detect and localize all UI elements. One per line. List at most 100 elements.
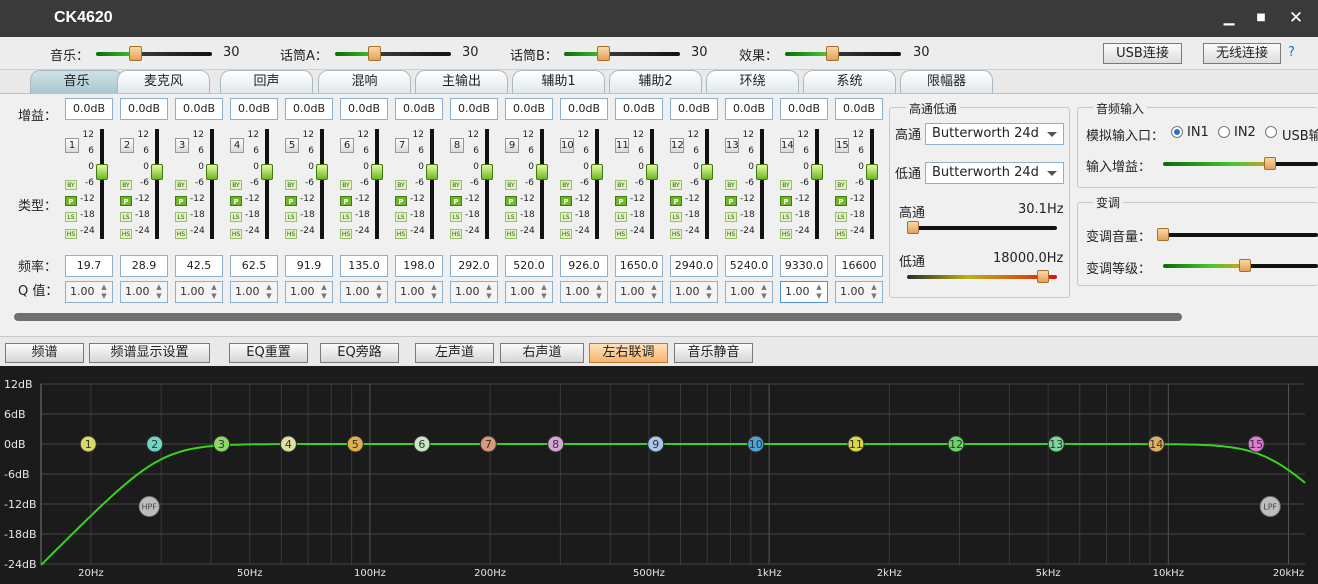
gain-fader-thumb-5[interactable] <box>316 164 328 180</box>
usb-connect-button[interactable]: USB连接 <box>1103 43 1182 64</box>
spinner-arrows-icon[interactable]: ▲ ▼ <box>98 283 110 301</box>
gain-fader-track-5[interactable] <box>320 129 324 239</box>
freq-input-6[interactable]: 135.0 <box>340 255 388 277</box>
gain-fader-thumb-1[interactable] <box>96 164 108 180</box>
tab-2[interactable]: 麦克风 <box>117 70 210 94</box>
filter-type-ls-9[interactable]: LS <box>505 212 517 222</box>
channel-button-4[interactable]: 4 <box>230 138 244 153</box>
filter-type-by-3[interactable]: BY <box>175 180 187 190</box>
q-input-12[interactable]: 1.00 ▲ ▼ <box>670 281 718 303</box>
tab-4[interactable]: 混响 <box>318 70 411 94</box>
filter-type-ls-6[interactable]: LS <box>340 212 352 222</box>
music-volume-slider[interactable] <box>96 52 212 56</box>
freq-input-12[interactable]: 2940.0 <box>670 255 718 277</box>
gain-fader-thumb-13[interactable] <box>756 164 768 180</box>
filter-type-p-10[interactable]: P <box>560 196 572 206</box>
gain-input-13[interactable]: 0.0dB <box>725 98 773 120</box>
filter-type-ls-1[interactable]: LS <box>65 212 77 222</box>
q-input-6[interactable]: 1.00 ▲ ▼ <box>340 281 388 303</box>
freq-input-5[interactable]: 91.9 <box>285 255 333 277</box>
gain-input-6[interactable]: 0.0dB <box>340 98 388 120</box>
freq-input-2[interactable]: 28.9 <box>120 255 168 277</box>
q-input-14[interactable]: 1.00 ▲ ▼ <box>780 281 828 303</box>
help-icon[interactable]: ? <box>1288 45 1295 60</box>
filter-type-by-11[interactable]: BY <box>615 180 627 190</box>
filter-type-p-3[interactable]: P <box>175 196 187 206</box>
filter-type-p-15[interactable]: P <box>835 196 847 206</box>
gain-fader-thumb-7[interactable] <box>426 164 438 180</box>
filter-type-hs-9[interactable]: HS <box>505 229 517 239</box>
filter-type-ls-11[interactable]: LS <box>615 212 627 222</box>
filter-type-hs-15[interactable]: HS <box>835 229 847 239</box>
q-input-2[interactable]: 1.00 ▲ ▼ <box>120 281 168 303</box>
radio-usb[interactable] <box>1265 126 1277 138</box>
filter-type-hs-10[interactable]: HS <box>560 229 572 239</box>
gain-input-10[interactable]: 0.0dB <box>560 98 608 120</box>
channel-button-2[interactable]: 2 <box>120 138 134 153</box>
tab-5[interactable]: 主输出 <box>415 70 508 94</box>
hp-freq-thumb[interactable] <box>907 221 919 234</box>
filter-type-p-8[interactable]: P <box>450 196 462 206</box>
toolbar-button-8[interactable]: 音乐静音 <box>674 343 753 363</box>
mic-a-volume-slider[interactable] <box>335 52 451 56</box>
channel-button-5[interactable]: 5 <box>285 138 299 153</box>
freq-input-1[interactable]: 19.7 <box>65 255 113 277</box>
gain-fader-track-4[interactable] <box>265 129 269 239</box>
radio-in1[interactable] <box>1171 126 1183 138</box>
hp-freq-slider[interactable] <box>907 226 1057 230</box>
q-input-5[interactable]: 1.00 ▲ ▼ <box>285 281 333 303</box>
lp-freq-slider[interactable] <box>907 275 1057 279</box>
filter-type-hs-12[interactable]: HS <box>670 229 682 239</box>
gain-fader-track-6[interactable] <box>375 129 379 239</box>
filter-type-hs-11[interactable]: HS <box>615 229 627 239</box>
tab-3[interactable]: 回声 <box>220 70 313 94</box>
eq-horizontal-scrollbar[interactable] <box>14 313 1182 321</box>
spinner-arrows-icon[interactable]: ▲ ▼ <box>813 283 825 301</box>
gain-fader-track-14[interactable] <box>815 129 819 239</box>
q-input-3[interactable]: 1.00 ▲ ▼ <box>175 281 223 303</box>
gain-fader-track-15[interactable] <box>870 129 874 239</box>
pitch-volume-slider[interactable] <box>1163 233 1318 237</box>
mic-b-volume-slider[interactable] <box>564 52 680 56</box>
q-input-7[interactable]: 1.00 ▲ ▼ <box>395 281 443 303</box>
spinner-arrows-icon[interactable]: ▲ ▼ <box>648 283 660 301</box>
filter-type-p-2[interactable]: P <box>120 196 132 206</box>
gain-input-14[interactable]: 0.0dB <box>780 98 828 120</box>
tab-1[interactable]: 音乐 <box>30 70 123 94</box>
q-input-9[interactable]: 1.00 ▲ ▼ <box>505 281 553 303</box>
eq-response-graph[interactable]: 12dB 6dB 0dB -6dB -12dB -18dB -24dB 20Hz 50Hz 100… <box>0 366 1318 584</box>
gain-fader-track-8[interactable] <box>485 129 489 239</box>
channel-button-13[interactable]: 13 <box>725 138 739 153</box>
freq-input-9[interactable]: 520.0 <box>505 255 553 277</box>
filter-type-hs-7[interactable]: HS <box>395 229 407 239</box>
gain-fader-track-10[interactable] <box>595 129 599 239</box>
effect-volume-thumb[interactable] <box>826 46 839 61</box>
minimize-icon[interactable]: ▁ <box>1218 8 1240 28</box>
gain-input-12[interactable]: 0.0dB <box>670 98 718 120</box>
tab-8[interactable]: 环绕 <box>706 70 799 94</box>
filter-type-hs-13[interactable]: HS <box>725 229 737 239</box>
pitch-volume-thumb[interactable] <box>1157 228 1169 241</box>
filter-type-ls-13[interactable]: LS <box>725 212 737 222</box>
toolbar-button-6[interactable]: 右声道 <box>500 343 584 363</box>
channel-button-1[interactable]: 1 <box>65 138 79 153</box>
spinner-arrows-icon[interactable]: ▲ ▼ <box>758 283 770 301</box>
filter-type-p-5[interactable]: P <box>285 196 297 206</box>
channel-button-14[interactable]: 14 <box>780 138 794 153</box>
gain-fader-thumb-10[interactable] <box>591 164 603 180</box>
effect-volume-slider[interactable] <box>785 52 901 56</box>
filter-type-p-4[interactable]: P <box>230 196 242 206</box>
eq-graph-svg[interactable]: 12dB 6dB 0dB -6dB -12dB -18dB -24dB 20Hz 50Hz 100… <box>0 366 1318 584</box>
gain-fader-track-12[interactable] <box>705 129 709 239</box>
filter-type-p-9[interactable]: P <box>505 196 517 206</box>
filter-type-by-5[interactable]: BY <box>285 180 297 190</box>
gain-fader-thumb-15[interactable] <box>866 164 878 180</box>
freq-input-13[interactable]: 5240.0 <box>725 255 773 277</box>
q-input-10[interactable]: 1.00 ▲ ▼ <box>560 281 608 303</box>
mic-b-volume-thumb[interactable] <box>597 46 610 61</box>
toolbar-button-5[interactable]: 左声道 <box>415 343 494 363</box>
tab-9[interactable]: 系统 <box>803 70 896 94</box>
filter-type-ls-2[interactable]: LS <box>120 212 132 222</box>
filter-type-p-12[interactable]: P <box>670 196 682 206</box>
toolbar-button-4[interactable]: EQ旁路 <box>320 343 399 363</box>
